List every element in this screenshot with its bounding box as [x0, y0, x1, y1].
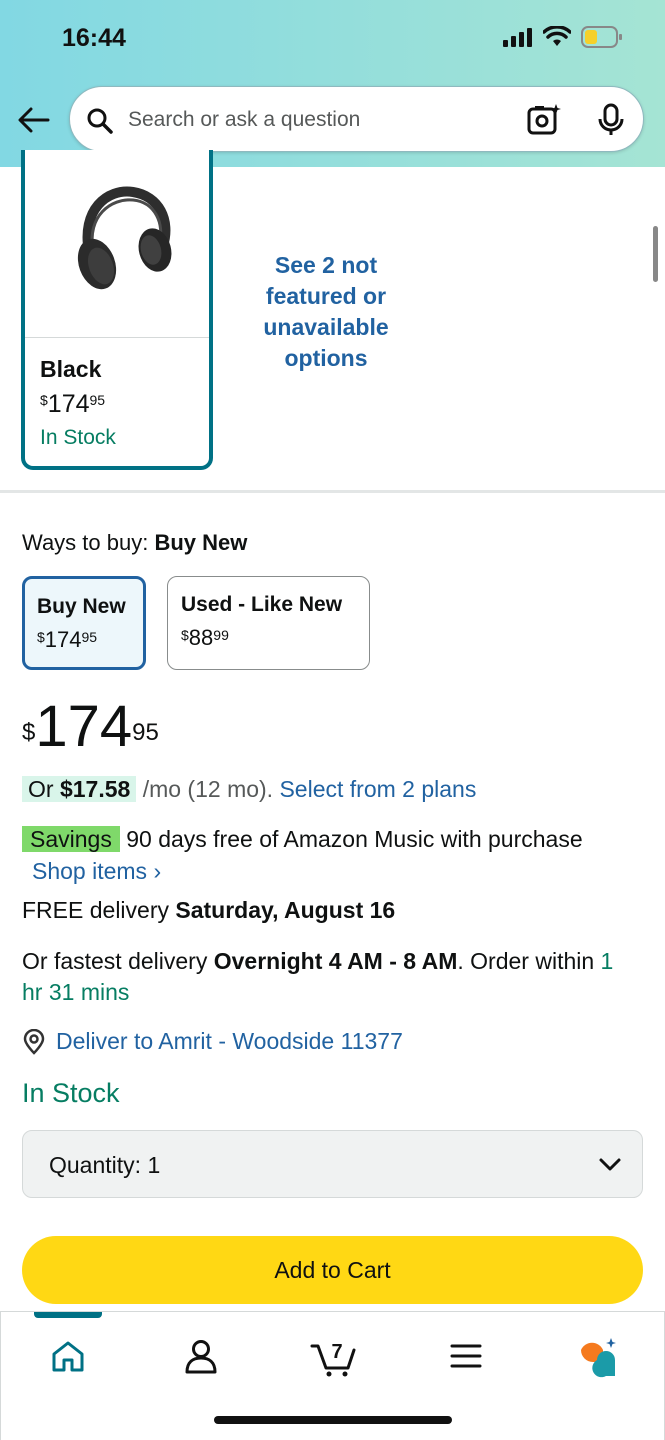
financing-offer: Or $17.58 /mo (12 mo). Select from 2 pla…	[22, 776, 476, 803]
variant-card-black[interactable]: Black $17495 In Stock	[21, 150, 213, 470]
status-time: 16:44	[62, 24, 126, 52]
buy-option-title: Used - Like New	[181, 593, 343, 616]
cart-icon[interactable]: 7	[310, 1334, 358, 1378]
variant-divider	[25, 337, 209, 338]
camera-lens-icon[interactable]	[526, 103, 562, 137]
home-icon[interactable]	[46, 1334, 90, 1378]
stock-status: In Stock	[22, 1078, 120, 1108]
active-tab-indicator	[34, 1312, 102, 1318]
rufus-icon[interactable]	[577, 1334, 621, 1378]
buy-option-title: Buy New	[37, 595, 126, 618]
product-price: $17495	[22, 694, 159, 759]
deliver-to-link[interactable]: Deliver to Amrit - Woodside 11377	[22, 1028, 403, 1055]
scrollbar[interactable]	[653, 226, 658, 282]
microphone-icon[interactable]	[597, 103, 625, 137]
cellular-signal-icon	[503, 28, 532, 47]
section-divider	[0, 490, 665, 493]
menu-icon[interactable]	[444, 1334, 488, 1378]
fastest-delivery-info: Or fastest delivery Overnight 4 AM - 8 A…	[22, 948, 614, 1005]
quantity-dropdown[interactable]: Quantity: 1	[22, 1130, 643, 1198]
cart-count: 7	[331, 1341, 342, 1363]
headphones-image	[77, 186, 172, 290]
savings-offer: Savings 90 days free of Amazon Music wit…	[22, 826, 583, 853]
search-icon	[87, 108, 113, 134]
header: 16:44	[0, 0, 665, 167]
status-icons	[503, 26, 623, 48]
see-more-options-link[interactable]: See 2 not featured or unavailable option…	[236, 250, 416, 374]
back-arrow-icon[interactable]	[16, 104, 52, 136]
wifi-icon	[543, 26, 571, 46]
ways-to-buy-label: Ways to buy: Buy New	[22, 530, 248, 555]
search-input[interactable]	[128, 105, 488, 135]
add-to-cart-button[interactable]: Add to Cart	[22, 1236, 643, 1304]
account-icon[interactable]	[179, 1334, 223, 1378]
quantity-label: Quantity: 1	[49, 1152, 161, 1178]
search-bar[interactable]	[69, 86, 644, 152]
shop-items-link[interactable]: Shop items ›	[32, 858, 161, 885]
free-delivery-info: FREE delivery Saturday, August 16	[22, 897, 396, 923]
variant-name: Black	[40, 356, 102, 382]
select-plans-link[interactable]: Select from 2 plans	[279, 776, 476, 802]
location-pin-icon	[23, 1028, 45, 1055]
variant-price: $17495	[40, 390, 106, 418]
buy-option-used[interactable]: Used - Like New $8899	[167, 576, 370, 670]
buy-option-new[interactable]: Buy New $17495	[22, 576, 146, 670]
savings-badge: Savings	[22, 826, 120, 852]
buy-option-price: $17495	[37, 627, 98, 652]
variant-stock: In Stock	[40, 426, 116, 449]
battery-icon	[581, 26, 622, 48]
chevron-down-icon	[599, 1158, 621, 1171]
home-indicator	[214, 1416, 452, 1424]
buy-option-price: $8899	[181, 625, 229, 650]
